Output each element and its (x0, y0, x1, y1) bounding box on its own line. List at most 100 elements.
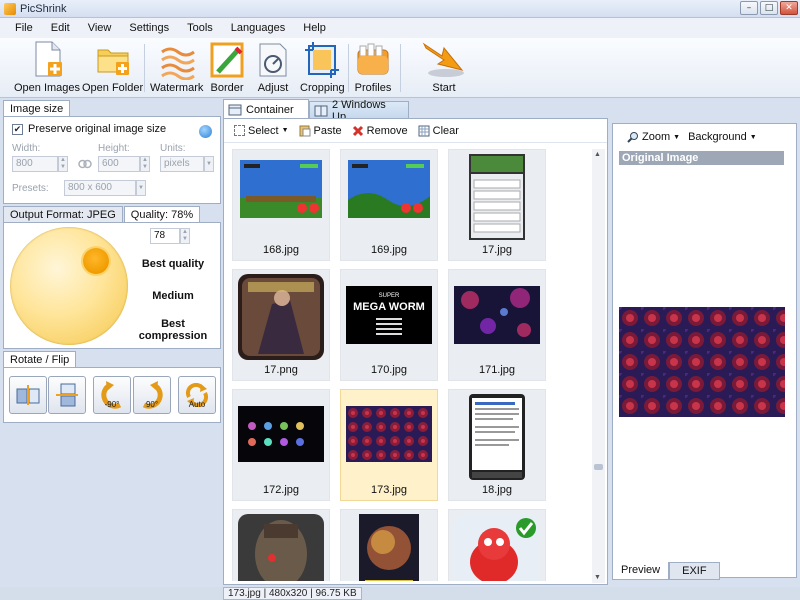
presets-select[interactable]: 800 x 600 ▼ (64, 180, 146, 196)
tab-rotate-flip[interactable]: Rotate / Flip (3, 351, 77, 368)
status-bar: 173.jpg | 480x320 | 96.75 KB (0, 587, 800, 600)
units-value: pixels (160, 156, 204, 172)
window-controls: – □ ✕ (740, 1, 798, 15)
image-size-panel: ✔ Preserve original image size Width: 80… (3, 116, 221, 204)
tab-exif[interactable]: EXIF (669, 562, 720, 580)
thumbnail-caption: 172.jpg (262, 484, 300, 496)
flip-horizontal-button[interactable] (9, 376, 47, 414)
menu-file[interactable]: File (6, 22, 42, 34)
start-label: Start (432, 82, 456, 94)
thumbnail-caption: 168.jpg (262, 244, 300, 256)
thumbnail-item[interactable]: 169.jpg (340, 149, 438, 261)
thumbnail-item[interactable] (340, 509, 438, 581)
adjust-button[interactable]: Adjust (254, 40, 292, 94)
menu-edit[interactable]: Edit (42, 22, 79, 34)
chevron-down-icon: ▼ (281, 127, 289, 134)
thumbnail-item[interactable]: SUPER MEGA WORM 170.jpg (340, 269, 438, 381)
watermark-button[interactable]: Watermark (150, 40, 203, 94)
tab-quality[interactable]: Quality: 78% (123, 206, 201, 223)
tab-2-windows-up[interactable]: 2 Windows Up (309, 99, 409, 123)
profiles-button[interactable]: Profiles (354, 40, 392, 94)
thumbnail-item[interactable]: 17.jpg (448, 149, 546, 261)
toolbar-separator (348, 44, 349, 92)
rotate-left-button[interactable]: -90° (93, 376, 131, 414)
background-button[interactable]: Background ▼ (688, 131, 757, 143)
start-button[interactable]: Start (420, 40, 468, 94)
app-icon (4, 2, 16, 15)
height-field-group: 600 ▲ ▼ (98, 156, 150, 172)
paste-button[interactable]: Paste (299, 124, 342, 137)
thumbnail-caption: 170.jpg (370, 364, 408, 376)
clear-icon (418, 125, 430, 136)
remove-button[interactable]: Remove (352, 125, 408, 137)
scroll-up-icon[interactable]: ▲ (594, 151, 601, 158)
menu-bar: File Edit View Settings Tools Languages … (0, 18, 800, 38)
units-label: Units: (160, 143, 186, 154)
menu-tools[interactable]: Tools (178, 22, 222, 34)
tab-image-size[interactable]: Image size (3, 100, 71, 117)
units-select[interactable]: pixels ▼ (160, 156, 214, 172)
clear-button[interactable]: Clear (418, 125, 459, 137)
quality-dial[interactable] (10, 227, 128, 345)
info-icon[interactable] (199, 125, 212, 138)
thumbnail-item[interactable]: 171.jpg (448, 269, 546, 381)
crop-icon (303, 40, 341, 80)
paste-label: Paste (313, 124, 342, 137)
menu-help[interactable]: Help (294, 22, 335, 34)
link-icon[interactable] (78, 158, 92, 170)
preserve-size-row: ✔ Preserve original image size (4, 117, 220, 135)
center-tabs: Container 2 Windows Up (223, 99, 608, 123)
thumbnail-item[interactable] (448, 509, 546, 581)
width-spinner[interactable]: ▲ ▼ (58, 156, 68, 172)
close-button[interactable]: ✕ (780, 1, 798, 15)
height-spinner[interactable]: ▲ ▼ (140, 156, 150, 172)
select-button[interactable]: Select ▼ (234, 125, 289, 137)
profiles-icon (354, 40, 392, 80)
quality-spinner[interactable]: ▲ ▼ (180, 228, 190, 244)
menu-settings[interactable]: Settings (120, 22, 178, 34)
open-images-button[interactable]: Open Images (14, 40, 80, 94)
thumbnail-image (454, 514, 540, 581)
thumbnail-item[interactable]: 17.png (232, 269, 330, 381)
height-input[interactable]: 600 (98, 156, 140, 172)
width-input[interactable]: 800 (12, 156, 58, 172)
best-quality-label: Best quality (141, 258, 205, 270)
thumbnail-image (240, 160, 322, 218)
tab-container[interactable]: Container (223, 99, 309, 118)
height-label: Height: (98, 143, 130, 154)
toolbar-separator (400, 44, 401, 92)
preserve-size-checkbox[interactable]: ✔ (12, 123, 23, 135)
maximize-button[interactable]: □ (760, 1, 778, 15)
tab-preview[interactable]: Preview (612, 562, 670, 580)
magnifier-icon (627, 132, 638, 143)
scroll-down-icon[interactable]: ▼ (594, 574, 601, 581)
thumbnail-image (469, 154, 525, 240)
scrollbar-thumb[interactable] (594, 464, 603, 470)
rotate-right-button[interactable]: 90° (133, 376, 171, 414)
cropping-button[interactable]: Cropping (300, 40, 345, 94)
menu-languages[interactable]: Languages (222, 22, 294, 34)
thumbnail-item[interactable]: 172.jpg (232, 389, 330, 501)
quality-input[interactable]: 78 (150, 228, 180, 244)
medium-label: Medium (152, 290, 194, 302)
border-button[interactable]: Border (208, 40, 246, 94)
remove-icon (352, 125, 363, 136)
auto-rotate-label: Auto (188, 400, 206, 409)
zoom-button[interactable]: Zoom ▼ (627, 131, 680, 143)
left-panel: Image size ✔ Preserve original image siz… (3, 99, 221, 424)
menu-view[interactable]: View (79, 22, 121, 34)
quality-dial-knob[interactable] (83, 248, 109, 274)
status-text: 173.jpg | 480x320 | 96.75 KB (223, 587, 362, 600)
thumbnail-item-selected[interactable]: 173.jpg (340, 389, 438, 501)
auto-rotate-button[interactable]: Auto (178, 376, 216, 414)
title-bar: PicShrink – □ ✕ (0, 0, 800, 18)
open-folder-button[interactable]: Open Folder (82, 40, 143, 94)
thumbnail-item[interactable]: 18.jpg (448, 389, 546, 501)
tab-output-format[interactable]: Output Format: JPEG (3, 206, 123, 223)
thumbnail-item[interactable] (232, 509, 330, 581)
flip-vertical-button[interactable] (48, 376, 86, 414)
thumbnail-item[interactable]: 168.jpg (232, 149, 330, 261)
thumbnail-caption: 173.jpg (370, 484, 408, 496)
minimize-button[interactable]: – (740, 1, 758, 15)
thumbnail-scrollbar[interactable]: ▲ ▼ (592, 149, 605, 583)
